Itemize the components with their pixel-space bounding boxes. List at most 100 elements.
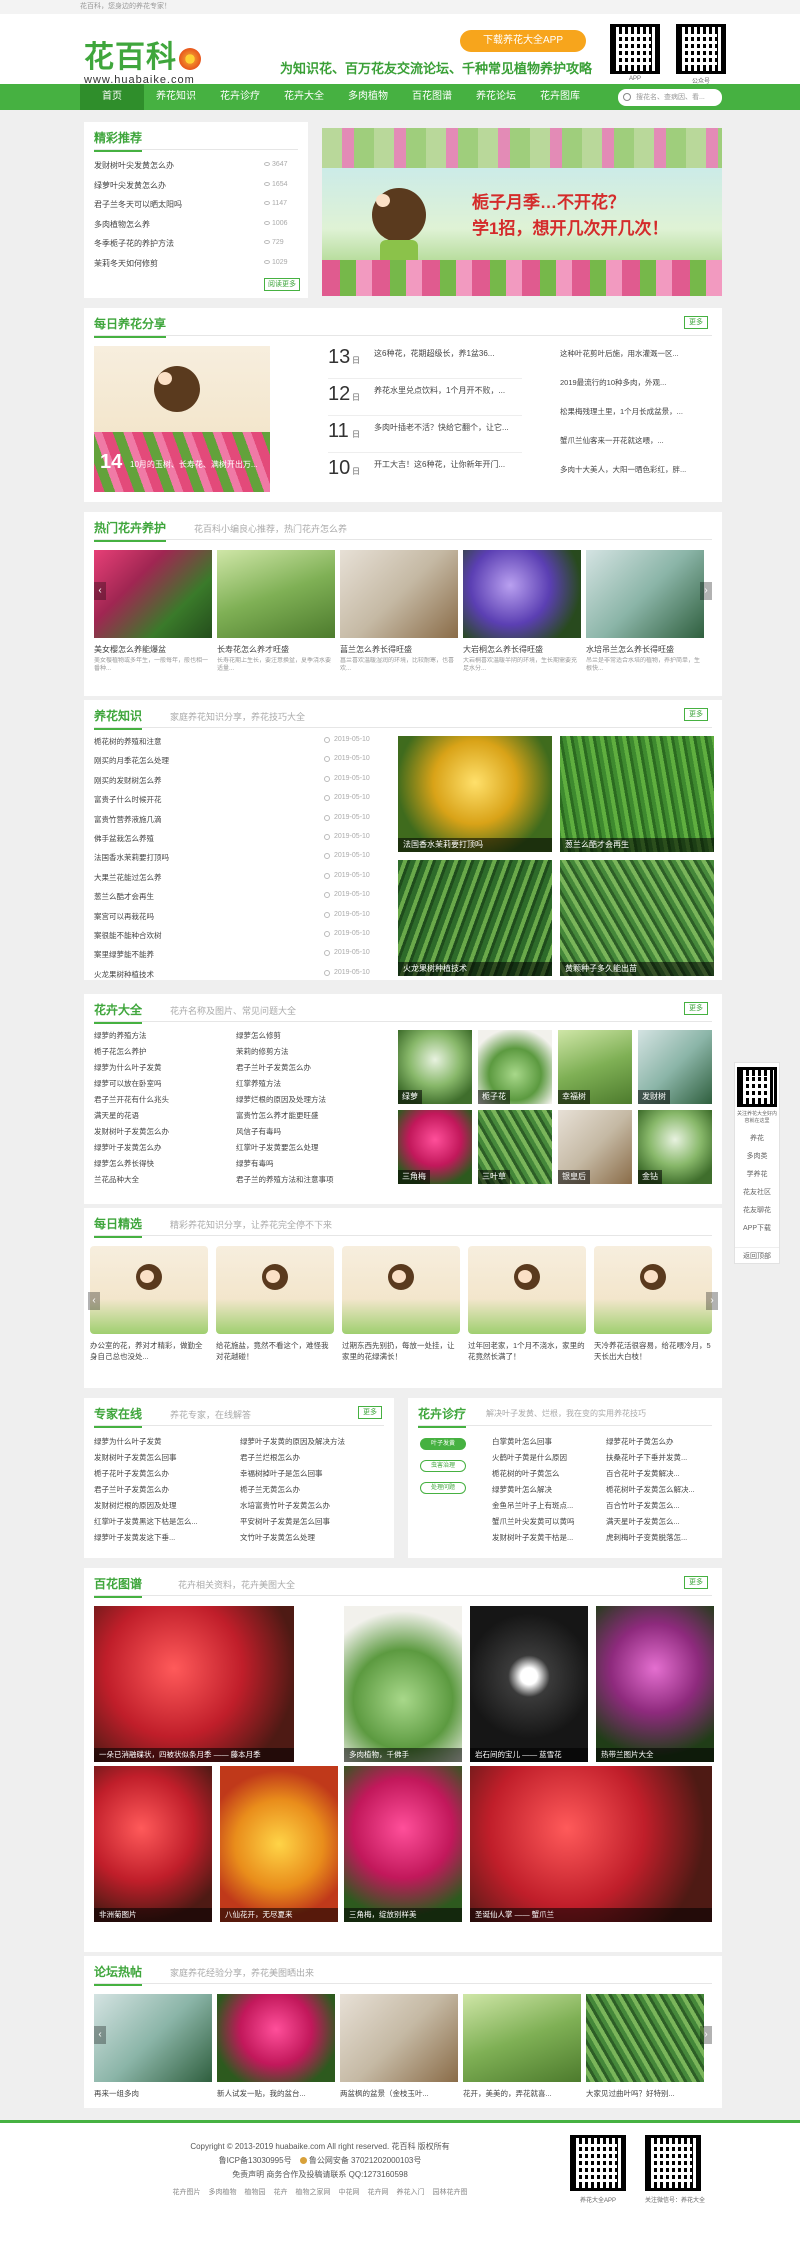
featured-item[interactable]: 茉莉冬天如何修剪 xyxy=(94,258,244,269)
knowledge-item[interactable]: 案里绿萝能不能养 xyxy=(94,949,244,960)
hot-prev-arrow-icon[interactable]: ‹ xyxy=(94,582,106,600)
knowledge-photo[interactable]: 黄颗种子多久能出苗 xyxy=(560,860,714,976)
encyclopedia-link[interactable]: 红掌养殖方法 xyxy=(236,1078,386,1089)
expert-question[interactable]: 绿萝叶子发黄的原因及解决方法 xyxy=(240,1436,386,1447)
footer-link[interactable]: 花卉 xyxy=(274,2189,288,2196)
nav-item-2[interactable]: 花卉诊疗 xyxy=(208,84,272,110)
knowledge-item[interactable]: 大果兰花能过怎么养 xyxy=(94,872,244,883)
expert-question[interactable]: 君子兰烂根怎么办 xyxy=(240,1452,386,1463)
nav-item-1[interactable]: 养花知识 xyxy=(144,84,208,110)
gallery-photo[interactable]: 八仙花开，无尽夏来 xyxy=(220,1766,338,1922)
plant-thumbnail[interactable]: 栀子花 xyxy=(478,1030,552,1104)
encyclopedia-link[interactable]: 红掌叶子发黄要怎么处理 xyxy=(236,1142,386,1153)
footer-link[interactable]: 多肉植物 xyxy=(209,2189,237,2196)
encyclopedia-link[interactable]: 绿萝的养殖方法 xyxy=(94,1030,234,1041)
expert-question[interactable]: 幸福树掉叶子是怎么回事 xyxy=(240,1468,386,1479)
footer-link[interactable]: 养花入门 xyxy=(397,2189,425,2196)
selected-title-text[interactable]: 过年回老家，1个月不浇水，家里的花竟然长满了！ xyxy=(468,1340,586,1364)
knowledge-photo[interactable]: 葱兰么酷才会再生 xyxy=(560,736,714,852)
diagnosis-item[interactable]: 发财树叶子发黄干枯是... xyxy=(492,1532,600,1543)
expert-question[interactable]: 文竹叶子发黄怎么处理 xyxy=(240,1532,386,1543)
knowledge-photo[interactable]: 火龙果树种植技术 xyxy=(398,860,552,976)
hot-item-image[interactable] xyxy=(340,550,458,638)
gallery-photo[interactable]: 非洲菊图片 xyxy=(94,1766,212,1922)
encyclopedia-link[interactable]: 君子兰的养殖方法和注意事项 xyxy=(236,1174,386,1185)
float-item-2[interactable]: 学养花 xyxy=(735,1169,779,1179)
forum-photo[interactable] xyxy=(217,1994,335,2082)
featured-item[interactable]: 发财树叶尖发黄怎么办 xyxy=(94,160,244,171)
selected-title-text[interactable]: 天冷养花活很容易，给花喂冷月，5天长出大白枝！ xyxy=(594,1340,712,1364)
featured-item[interactable]: 冬季栀子花的养护方法 xyxy=(94,238,244,249)
forum-post-title[interactable]: 大家见过曲叶吗？好特别... xyxy=(586,2088,704,2099)
selected-image[interactable] xyxy=(468,1246,586,1334)
plant-thumbnail[interactable]: 绿萝 xyxy=(398,1030,472,1104)
plant-thumbnail[interactable]: 三角梅 xyxy=(398,1110,472,1184)
expert-question[interactable]: 发财树烂根的原因及处理 xyxy=(94,1500,234,1511)
read-more-button[interactable]: 阅读更多 xyxy=(264,278,300,291)
plant-thumbnail[interactable]: 金钻 xyxy=(638,1110,712,1184)
hot-item-title[interactable]: 菖兰怎么养长得旺盛 xyxy=(340,644,458,655)
hot-item-image[interactable] xyxy=(586,550,704,638)
hot-item-title[interactable]: 水培吊兰怎么养长得旺盛 xyxy=(586,644,704,655)
forum-photo[interactable] xyxy=(94,1994,212,2082)
diagnosis-item[interactable]: 栀花树叶子发黄怎么解决... xyxy=(606,1484,714,1495)
footer-link[interactable]: 园林花卉图 xyxy=(433,2189,468,2196)
diagnosis-item[interactable]: 栀花树的叶子黄怎么 xyxy=(492,1468,600,1479)
featured-item[interactable]: 绿萝叶尖发黄怎么办 xyxy=(94,180,244,191)
float-item-1[interactable]: 多肉类 xyxy=(735,1151,779,1161)
expert-question[interactable]: 绿萝为什么叶子发黄 xyxy=(94,1436,234,1447)
selected-title-text[interactable]: 办公室的花，养对才精彩，做勤全身自己总也没处... xyxy=(90,1340,208,1364)
encyclopedia-link[interactable]: 茉莉的修剪方法 xyxy=(236,1046,386,1057)
knowledge-item[interactable]: 佛手盆栽怎么养殖 xyxy=(94,833,244,844)
float-item-5[interactable]: APP下载 xyxy=(735,1223,779,1233)
diagnosis-item[interactable]: 扶桑花叶子下垂并发黄... xyxy=(606,1452,714,1463)
expert-question[interactable]: 发财树叶子发黄怎么回事 xyxy=(94,1452,234,1463)
selected-title-text[interactable]: 过期东西先别扔，每放一处挂，让家里的花绿满长！ xyxy=(342,1340,460,1364)
encyclopedia-link[interactable]: 绿萝叶子发黄怎么办 xyxy=(94,1142,234,1153)
daily-entry-title[interactable]: 这6种花，花期超级长，养1盆36... xyxy=(374,348,514,370)
hot-item-image[interactable] xyxy=(94,550,212,638)
encyclopedia-link[interactable]: 绿萝可以放在卧室吗 xyxy=(94,1078,234,1089)
float-item-6[interactable]: 返回顶部 xyxy=(735,1247,779,1261)
diagnosis-item[interactable]: 白掌黄叶怎么回事 xyxy=(492,1436,600,1447)
selected-image[interactable] xyxy=(594,1246,712,1334)
selected-title-text[interactable]: 给花施盐，竟然不看这个，难怪我对花越碰！ xyxy=(216,1340,334,1364)
encyclopedia-link[interactable]: 君子兰开花有什么兆头 xyxy=(94,1094,234,1105)
selected-image[interactable] xyxy=(90,1246,208,1334)
footer-icp[interactable]: 鲁ICP备13030995号 xyxy=(219,2156,292,2165)
float-item-3[interactable]: 花友社区 xyxy=(735,1187,779,1197)
encyclopedia-link[interactable]: 绿萝怎么修剪 xyxy=(236,1030,386,1041)
expert-question[interactable]: 栀子花叶子发黄怎么办 xyxy=(94,1468,234,1479)
forum-photo[interactable] xyxy=(463,1994,581,2082)
selected-prev-arrow-icon[interactable]: ‹ xyxy=(88,1292,100,1310)
nav-item-7[interactable]: 花卉图库 xyxy=(528,84,592,110)
daily-right-item[interactable]: 松果梅残理土里，1个月长成盆景，... xyxy=(560,406,712,417)
daily-right-item[interactable]: 这种叶花剪叶后施，用水灌溉一区... xyxy=(560,348,712,359)
knowledge-item[interactable]: 案宫可以再栽花吗 xyxy=(94,911,244,922)
nav-item-5[interactable]: 百花图谱 xyxy=(400,84,464,110)
gallery-photo[interactable]: 三角梅，绽放别样美 xyxy=(344,1766,462,1922)
featured-item[interactable]: 多肉植物怎么养 xyxy=(94,219,244,230)
gallery-photo[interactable]: 圣诞仙人掌 —— 蟹爪兰 xyxy=(470,1766,712,1922)
featured-banner[interactable]: 栀子月季…不开花？ 学1招，想开几次开几次！ xyxy=(322,128,722,296)
selected-image[interactable] xyxy=(216,1246,334,1334)
footer-link[interactable]: 花卉图片 xyxy=(173,2189,201,2196)
gallery-photo[interactable]: 岩石间的宝儿 —— 蓝雪花 xyxy=(470,1606,588,1762)
daily-more-button[interactable]: 更多 xyxy=(684,316,708,329)
knowledge-item[interactable]: 葱兰么酷才会再生 xyxy=(94,891,244,902)
plant-thumbnail[interactable]: 发财树 xyxy=(638,1030,712,1104)
knowledge-item[interactable]: 案很能不能种合欢树 xyxy=(94,930,244,941)
diagnosis-item[interactable]: 满天星叶子发黄怎么... xyxy=(606,1516,714,1527)
daily-right-item[interactable]: 多肉十大美人，大阳一晒色彩红，胖... xyxy=(560,464,712,475)
diagnosis-tab-2[interactable]: 处理问题 xyxy=(420,1482,466,1494)
forum-post-title[interactable]: 再来一组多肉 xyxy=(94,2088,212,2099)
footer-link[interactable]: 花卉网 xyxy=(368,2189,389,2196)
daily-entry-title[interactable]: 养花水里兑点饮料，1个月开不败，... xyxy=(374,385,514,407)
diagnosis-tab-1[interactable]: 虫害治理 xyxy=(420,1460,466,1472)
encyclopedia-link[interactable]: 发财树叶子发黄怎么办 xyxy=(94,1126,234,1137)
hot-item-image[interactable] xyxy=(463,550,581,638)
encyclopedia-link[interactable]: 绿萝烂根的原因及处理方法 xyxy=(236,1094,386,1105)
hot-item-title[interactable]: 美女樱怎么养能爆盆 xyxy=(94,644,212,655)
forum-next-arrow-icon[interactable]: › xyxy=(700,2026,712,2044)
forum-post-title[interactable]: 花开，美美的，弄花就喜... xyxy=(463,2088,581,2099)
